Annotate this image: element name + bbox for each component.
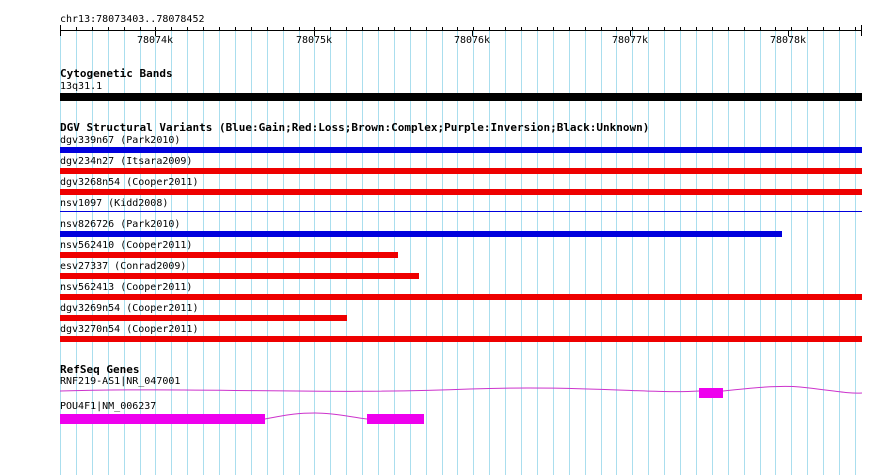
ruler-tick-label: 78078k	[769, 35, 807, 46]
ruler-minor-tick	[775, 27, 776, 31]
ruler-minor-tick	[76, 27, 77, 31]
ruler-minor-tick	[267, 27, 268, 31]
ruler-minor-tick	[521, 27, 522, 31]
ruler-minor-tick	[807, 27, 808, 31]
ruler-minor-tick	[124, 27, 125, 31]
gene-pou4f1[interactable]	[0, 410, 890, 430]
variant-label[interactable]: dgv339n67 (Park2010)	[60, 135, 180, 147]
ruler-minor-tick	[251, 27, 252, 31]
ruler-minor-tick	[760, 27, 761, 31]
variant-label[interactable]: esv27337 (Conrad2009)	[60, 261, 186, 273]
ruler-end-cap	[861, 25, 862, 36]
track-title-dgv[interactable]: DGV Structural Variants (Blue:Gain;Red:L…	[60, 121, 649, 134]
cytoband-label: 13q31.1	[60, 81, 103, 92]
track-title-refseq[interactable]: RefSeq Genes	[60, 363, 139, 376]
locus-label: chr13:78073403..78078452	[60, 14, 205, 25]
ruler-minor-tick	[235, 27, 236, 31]
ruler-minor-tick	[457, 27, 458, 31]
ruler-minor-tick	[362, 27, 363, 31]
gene-rnf219-as1-exon[interactable]	[699, 388, 723, 398]
ruler-minor-tick	[92, 27, 93, 31]
gene-pou4f1-exon-1[interactable]	[60, 414, 265, 424]
ruler-minor-tick	[108, 27, 109, 31]
ruler-minor-tick	[473, 27, 474, 31]
variant-bar-gain[interactable]	[60, 147, 862, 153]
ruler-minor-tick	[426, 27, 427, 31]
gene-rnf219-as1-intron-2	[722, 385, 863, 394]
variant-bar-loss[interactable]	[60, 294, 862, 300]
ruler-minor-tick	[378, 27, 379, 31]
ruler-minor-tick	[394, 27, 395, 31]
ruler-minor-tick	[744, 27, 745, 31]
ruler-tick-label: 78077k	[611, 35, 649, 46]
ruler-minor-tick	[648, 27, 649, 31]
variant-bar-gain[interactable]	[60, 231, 782, 237]
ruler-minor-tick	[330, 27, 331, 31]
genome-browser-view: chr13:78073403..78078452 78074k 78075k 780…	[0, 0, 890, 475]
ruler-minor-tick	[569, 27, 570, 31]
ruler-minor-tick	[585, 27, 586, 31]
variant-bar-loss[interactable]	[60, 336, 862, 342]
variant-label[interactable]: nsv826726 (Park2010)	[60, 219, 180, 231]
ruler-minor-tick	[839, 27, 840, 31]
ruler-tick-label: 78074k	[136, 35, 174, 46]
variant-label[interactable]: nsv1097 (Kidd2008)	[60, 198, 168, 210]
ruler-minor-tick	[855, 27, 856, 31]
ruler-minor-tick	[219, 27, 220, 31]
ruler-minor-tick	[283, 27, 284, 31]
variant-bar-loss[interactable]	[60, 273, 419, 279]
ruler-minor-tick	[823, 27, 824, 31]
variant-label[interactable]: dgv234n27 (Itsara2009)	[60, 156, 192, 168]
ruler-minor-tick	[601, 27, 602, 31]
variant-bar-loss[interactable]	[60, 189, 862, 195]
ruler-minor-tick	[171, 27, 172, 31]
ruler-minor-tick	[696, 27, 697, 31]
variant-label[interactable]: dgv3269n54 (Cooper2011)	[60, 303, 198, 315]
ruler-minor-tick	[537, 27, 538, 31]
ruler-minor-tick	[728, 27, 729, 31]
ruler-minor-tick	[187, 27, 188, 31]
gene-pou4f1-intron	[264, 412, 368, 420]
ruler-minor-tick	[489, 27, 490, 31]
ruler-minor-tick	[791, 27, 792, 31]
ruler-minor-tick	[616, 27, 617, 31]
track-title-cytoband[interactable]: Cytogenetic Bands	[60, 67, 173, 80]
ruler-minor-tick	[140, 27, 141, 31]
variant-bar-loss[interactable]	[60, 315, 347, 321]
variant-bar-loss[interactable]	[60, 252, 398, 258]
ruler-minor-tick	[553, 27, 554, 31]
variant-label[interactable]: nsv562413 (Cooper2011)	[60, 282, 192, 294]
gene-rnf219-as1-intron	[59, 387, 700, 393]
cytoband-bar[interactable]	[60, 93, 862, 101]
ruler-minor-tick	[60, 27, 61, 31]
ruler-minor-tick	[664, 27, 665, 31]
variant-bar-loss[interactable]	[60, 168, 862, 174]
variant-bar-gain[interactable]	[60, 211, 862, 212]
ruler-tick-label: 78075k	[295, 35, 333, 46]
ruler-minor-tick	[712, 27, 713, 31]
ruler-minor-tick	[680, 27, 681, 31]
ruler-minor-tick	[346, 27, 347, 31]
variant-label[interactable]: dgv3268n54 (Cooper2011)	[60, 177, 198, 189]
ruler-minor-tick	[410, 27, 411, 31]
ruler-minor-tick	[632, 27, 633, 31]
gene-pou4f1-exon-2[interactable]	[367, 414, 424, 424]
variant-label[interactable]: dgv3270n54 (Cooper2011)	[60, 324, 198, 336]
ruler-minor-tick	[299, 27, 300, 31]
ruler-minor-tick	[505, 27, 506, 31]
ruler-axis-line	[60, 30, 862, 31]
variant-label[interactable]: nsv562410 (Cooper2011)	[60, 240, 192, 252]
ruler-tick-label: 78076k	[453, 35, 491, 46]
ruler-minor-tick	[203, 27, 204, 31]
ruler-minor-tick	[442, 27, 443, 31]
